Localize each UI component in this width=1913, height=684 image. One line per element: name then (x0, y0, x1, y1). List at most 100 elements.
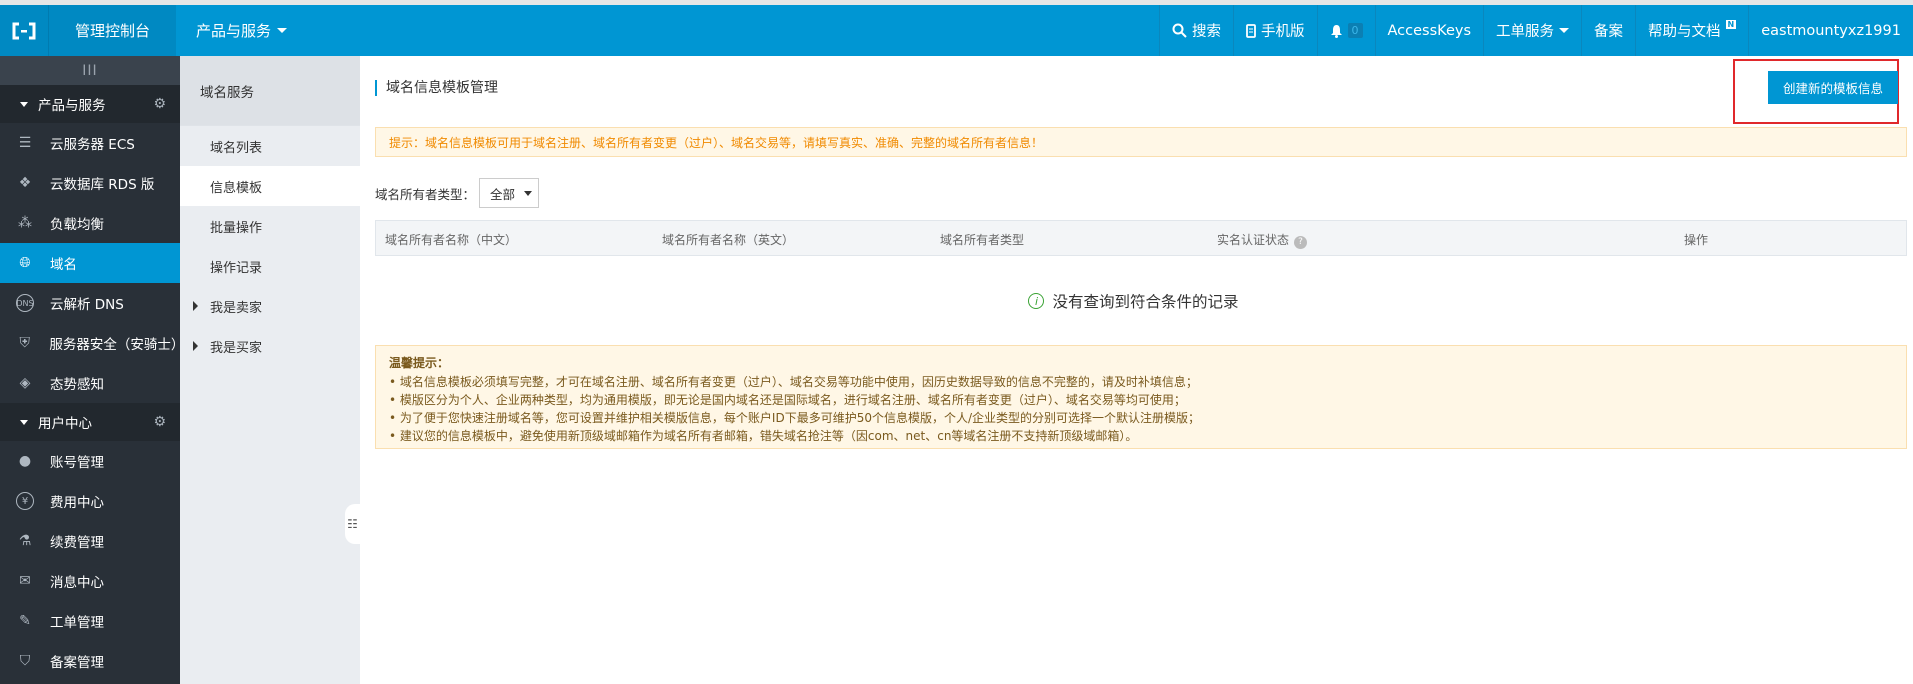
pencil-icon: ✎ (19, 613, 31, 629)
column-header-label: 实名认证状态 (1217, 233, 1290, 247)
sidebar-group-label: 产品与服务 (38, 98, 106, 114)
subnav-item-domain-list[interactable]: 域名列表 (180, 126, 360, 166)
sidebar-item-label: 费用中心 (50, 495, 104, 511)
mobile-icon (1246, 23, 1256, 38)
owner-type-select-value: 全部 (490, 186, 516, 202)
sidebar-item-label: 服务器安全（安骑士） (49, 337, 185, 353)
aliyun-logo-icon[interactable] (0, 5, 48, 56)
column-header-name-en: 域名所有者名称（英文） (662, 233, 795, 247)
yen-icon: ¥ (16, 492, 34, 510)
subnav-item-batch[interactable]: 批量操作 (180, 206, 360, 246)
sidebar-collapse-toggle[interactable]: III (0, 56, 180, 85)
notifications-button[interactable]: 0 (1316, 5, 1375, 56)
mobile-label: 手机版 (1261, 24, 1305, 40)
create-template-button[interactable]: 创建新的模板信息 (1768, 71, 1898, 104)
sidebar-item-domain[interactable]: 🌐︎ 域名 (0, 243, 180, 283)
empty-state-text: 没有查询到符合条件的记录 (1052, 293, 1239, 311)
sidebar-item-label: 云数据库 RDS 版 (50, 177, 155, 193)
owner-type-select[interactable]: 全部 (479, 178, 540, 208)
main-content: 域名信息模板管理 创建新的模板信息 提示：域名信息模板可用于域名注册、域名所有者… (360, 56, 1913, 684)
table-header: 域名所有者名称（中文） 域名所有者名称（英文） 域名所有者类型 实名认证状态? … (375, 220, 1907, 256)
sidebar-item-beian[interactable]: ⛉ 备案管理 (0, 641, 180, 681)
tickets-menu[interactable]: 工单服务 (1483, 5, 1581, 56)
sidebar-item-rds[interactable]: ❖ 云数据库 RDS 版 (0, 163, 180, 203)
dns-icon: DNS (16, 294, 34, 312)
situation-icon: ◈ (19, 375, 31, 391)
search-link[interactable]: 搜索 (1159, 5, 1233, 56)
mobile-link[interactable]: 手机版 (1233, 5, 1317, 56)
user-icon: ● (18, 453, 32, 469)
bell-icon (1330, 24, 1342, 38)
subnav-item-label: 我是卖家 (210, 300, 263, 316)
globe-icon: 🌐︎ (19, 255, 31, 271)
column-header-actions: 操作 (1684, 233, 1709, 247)
sidebar-item-label: 负载均衡 (50, 217, 104, 233)
accesskeys-link[interactable]: AccessKeys (1374, 5, 1483, 56)
search-label: 搜索 (1192, 24, 1222, 40)
empty-state: i 没有查询到符合条件的记录 (360, 290, 1907, 312)
domain-subnav: 域名服务 域名列表 信息模板 批量操作 操作记录 我是卖家 我是买家 ☷ (180, 56, 360, 684)
help-icon[interactable]: ? (1294, 236, 1308, 249)
sidebar-item-label: 云解析 DNS (50, 297, 124, 313)
notice-box: 温馨提示： 域名信息模板必须填写完整，才可在域名注册、域名所有者变更（过户）、域… (375, 345, 1907, 449)
new-badge: N (1725, 20, 1737, 29)
sidebar-item-label: 消息中心 (50, 575, 104, 591)
subnav-collapse-icon[interactable]: ☷ (345, 504, 360, 544)
beian-link[interactable]: 备案 (1581, 5, 1635, 56)
notice-item: 建议您的信息模板中，避免使用新顶级域邮箱作为域名所有者邮箱，错失域名抢注等（因c… (389, 427, 1906, 445)
user-account-menu[interactable]: eastmountyxz1991 (1748, 5, 1913, 56)
renew-icon: ⚗ (18, 533, 32, 549)
sidebar-item-slb[interactable]: ⁂ 负载均衡 (0, 203, 180, 243)
search-icon (1172, 23, 1187, 38)
subnav-item-info-template[interactable]: 信息模板 (180, 166, 360, 206)
gear-icon[interactable]: ⚙ (153, 96, 166, 112)
sidebar-group-products[interactable]: 产品与服务 ⚙ (0, 85, 180, 123)
products-menu[interactable]: 产品与服务 (176, 20, 288, 41)
column-header-owner-type: 域名所有者类型 (940, 233, 1025, 247)
filter-label: 域名所有者类型： (375, 186, 476, 202)
notice-list: 域名信息模板必须填写完整，才可在域名注册、域名所有者变更（过户）、域名交易等功能… (389, 373, 1906, 445)
subnav-item-logs[interactable]: 操作记录 (180, 246, 360, 286)
notice-title: 温馨提示： (389, 356, 450, 370)
sidebar-item-label: 云服务器 ECS (50, 137, 135, 153)
notice-item: 模版区分为个人、企业两种类型，均为通用模版，即无论是国内域名还是国际域名，进行域… (389, 391, 1906, 409)
sidebar-item-ecs[interactable]: ☰ 云服务器 ECS (0, 123, 180, 163)
console-home-link[interactable]: 管理控制台 (48, 5, 176, 56)
sidebar-item-dns[interactable]: DNS 云解析 DNS (0, 283, 180, 323)
sidebar-item-tickets[interactable]: ✎ 工单管理 (0, 601, 180, 641)
sidebar-group-label: 用户中心 (38, 416, 92, 432)
sidebar-group-user-center[interactable]: 用户中心 ⚙ (0, 403, 180, 441)
sidebar-item-label: 备案管理 (50, 655, 104, 671)
subnav-item-seller[interactable]: 我是卖家 (180, 286, 360, 326)
subnav-title: 域名服务 (180, 56, 360, 126)
server-icon: ☰ (18, 135, 32, 151)
page-title: 域名信息模板管理 (375, 80, 498, 96)
sidebar-item-messages[interactable]: ✉ 消息中心 (0, 561, 180, 601)
caret-down-icon (20, 101, 28, 107)
chevron-down-icon (1559, 28, 1569, 33)
shield-icon: ⛨ (19, 335, 30, 351)
tip-banner: 提示：域名信息模板可用于域名注册、域名所有者变更（过户）、域名交易等，请填写真实… (375, 127, 1907, 157)
caret-down-icon (20, 419, 28, 425)
sidebar-item-billing[interactable]: ¥ 费用中心 (0, 481, 180, 521)
help-docs-link[interactable]: 帮助与文档 N (1635, 5, 1748, 56)
owner-type-filter: 域名所有者类型： 全部 (375, 178, 540, 208)
gear-icon[interactable]: ⚙ (153, 414, 166, 430)
beian-icon: ⛉ (19, 653, 31, 669)
notification-count-badge: 0 (1347, 23, 1363, 38)
sidebar-item-account[interactable]: ● 账号管理 (0, 441, 180, 481)
sidebar-item-label: 域名 (50, 257, 77, 273)
sidebar-item-aegis[interactable]: ⛨ 服务器安全（安骑士） (0, 323, 185, 363)
sidebar-item-label: 工单管理 (50, 615, 104, 631)
column-header-verification: 实名认证状态? (1217, 231, 1308, 249)
mail-icon: ✉ (19, 573, 31, 589)
chevron-down-icon (524, 191, 533, 196)
main-sidebar: III 产品与服务 ⚙ ☰ 云服务器 ECS ❖ 云数据库 RDS 版 ⁂ 负载… (0, 56, 185, 684)
subnav-item-buyer[interactable]: 我是买家 (180, 326, 360, 366)
top-navigation-bar: 管理控制台 产品与服务 搜索 手机版 0 AccessKeys 工单服务 备案 … (0, 0, 1913, 56)
tickets-label: 工单服务 (1496, 24, 1554, 40)
sidebar-item-renew[interactable]: ⚗ 续费管理 (0, 521, 180, 561)
sidebar-item-situation[interactable]: ◈ 态势感知 (0, 363, 180, 403)
sidebar-item-label: 账号管理 (50, 455, 104, 471)
subnav-item-label: 我是买家 (210, 340, 263, 356)
